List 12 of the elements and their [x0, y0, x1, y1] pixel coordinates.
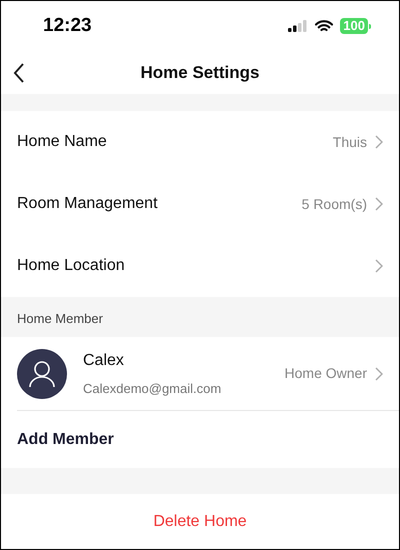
page-title: Home Settings: [140, 62, 260, 84]
status-time: 12:23: [43, 14, 92, 38]
chevron-right-icon: [375, 197, 383, 211]
chevron-right-icon: [375, 135, 383, 149]
signal-icon: [288, 20, 308, 32]
avatar-icon: [17, 348, 67, 398]
wifi-icon: [315, 20, 334, 32]
back-icon: [13, 63, 25, 83]
section-header: Home Member: [17, 310, 103, 328]
battery-indicator: 100: [340, 18, 371, 34]
chevron-right-icon: [375, 366, 383, 380]
chevron-right-icon: [375, 259, 383, 273]
